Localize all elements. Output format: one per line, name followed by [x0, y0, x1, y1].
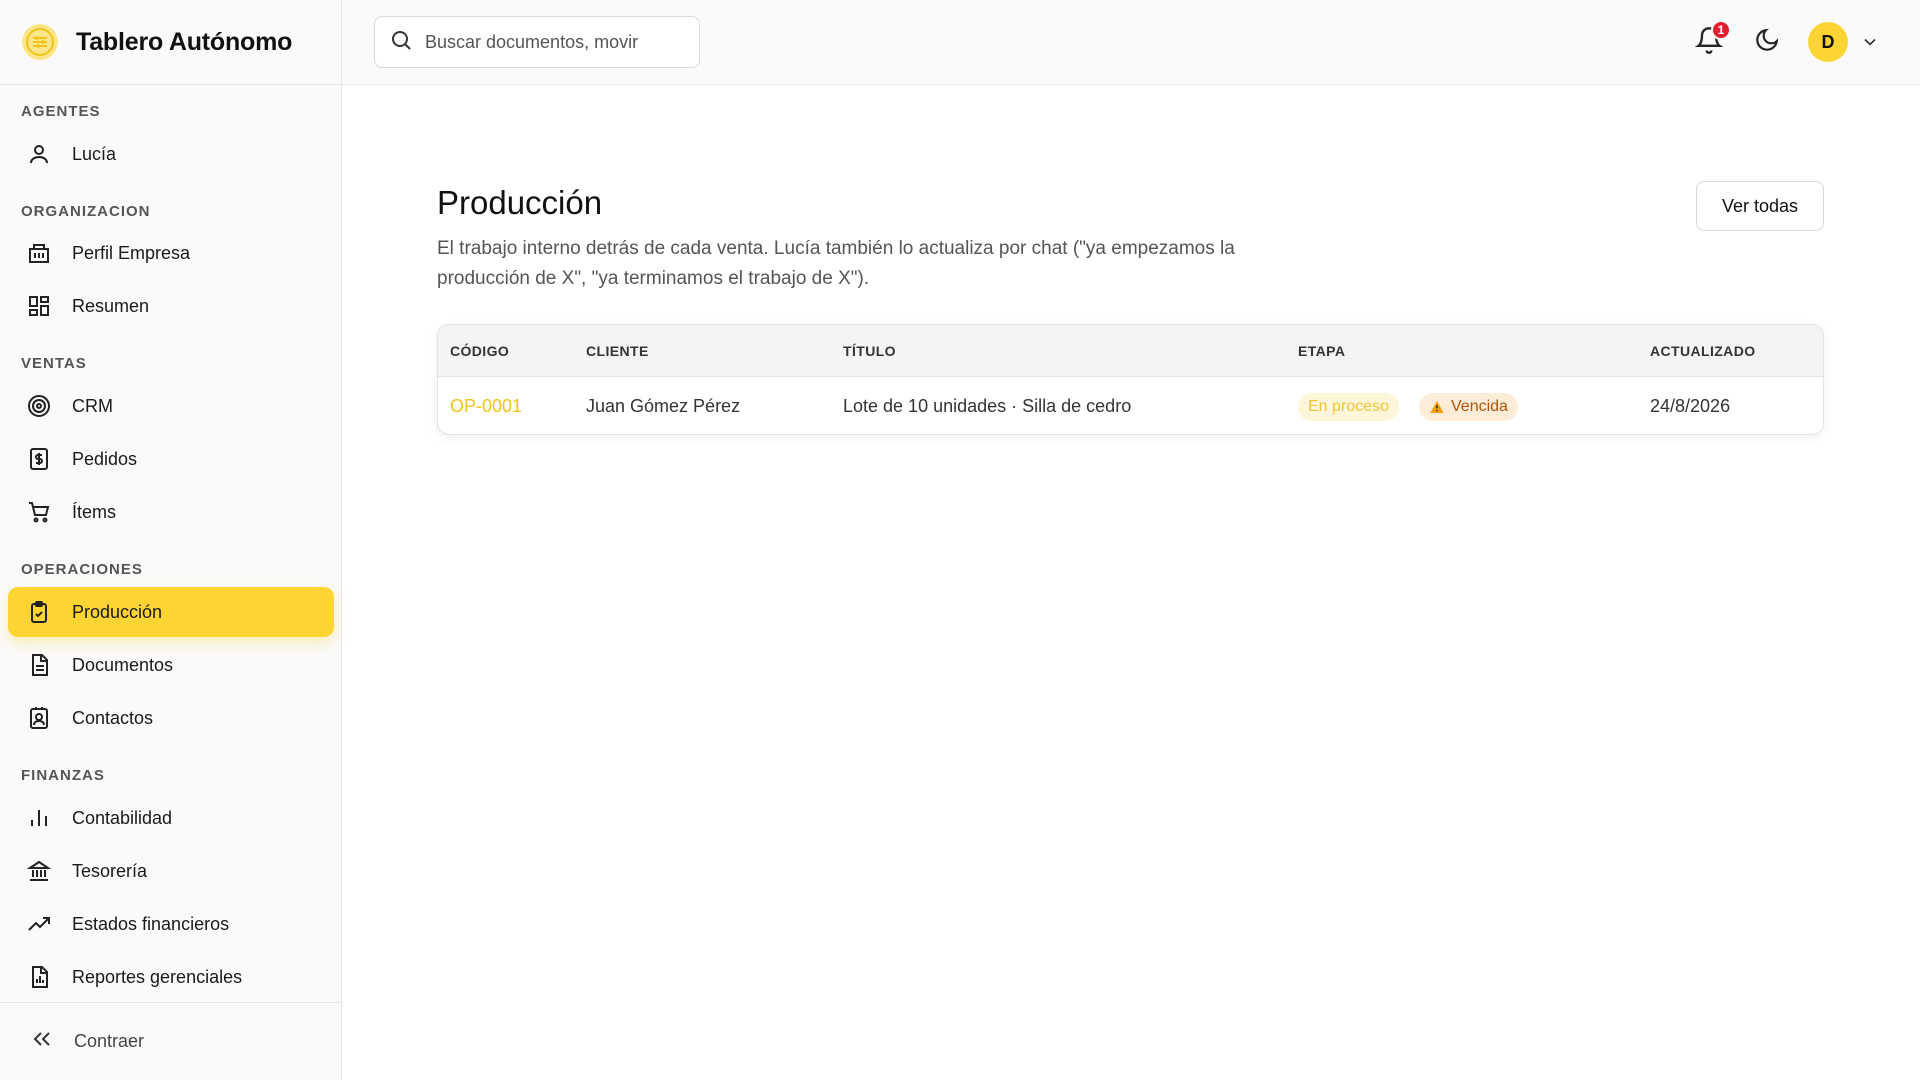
moon-icon — [1754, 27, 1780, 58]
sidebar-item-label: Tesorería — [72, 860, 148, 881]
sidebar-item-crm[interactable]: CRM — [8, 381, 334, 431]
section-label-organizacion: ORGANIZACION — [21, 203, 151, 220]
sidebar-item-label: Producción — [72, 601, 163, 622]
avatar[interactable]: D — [1808, 22, 1848, 62]
sidebar-item-label: Lucía — [72, 143, 117, 164]
view-all-button[interactable]: Ver todas — [1696, 181, 1824, 231]
sidebar-item-label: Estados financieros — [72, 913, 230, 934]
bar-chart-icon — [26, 805, 52, 831]
search-icon — [389, 28, 413, 57]
column-header-titulo: TÍTULO — [843, 343, 896, 359]
notifications-badge: 1 — [1711, 20, 1731, 40]
sidebar-item-resumen[interactable]: Resumen — [8, 281, 334, 331]
notifications-button[interactable]: 1 — [1693, 20, 1731, 58]
sidebar-item-items[interactable]: Ítems — [8, 487, 334, 537]
row-updated: 24/8/2026 — [1650, 396, 1731, 416]
brand-logo-icon — [22, 24, 58, 60]
sidebar-item-reportes-gerenciales[interactable]: Reportes gerenciales — [8, 952, 334, 1002]
sidebar-item-label: CRM — [72, 395, 113, 416]
column-header-actualizado: ACTUALIZADO — [1650, 343, 1756, 359]
sidebar: Tablero Autónomo AGENTES Lucía ORGANIZAC… — [0, 0, 342, 1080]
theme-toggle-button[interactable] — [1751, 26, 1783, 58]
sidebar-item-label: Resumen — [72, 295, 150, 316]
column-header-etapa: ETAPA — [1298, 343, 1346, 359]
user-icon — [26, 141, 52, 167]
section-label-agentes: AGENTES — [21, 103, 101, 120]
contact-book-icon — [26, 705, 52, 731]
search-box[interactable] — [374, 16, 700, 68]
dashboard-icon — [26, 293, 52, 319]
row-client: Juan Gómez Pérez — [586, 396, 741, 416]
sidebar-item-label: Pedidos — [72, 448, 138, 469]
column-header-codigo: CÓDIGO — [450, 343, 510, 359]
bank-icon — [26, 858, 52, 884]
sidebar-item-label: Ítems — [72, 501, 117, 522]
production-table: CÓDIGO CLIENTE TÍTULO ETAPA ACTUALIZADO … — [437, 324, 1824, 435]
section-label-operaciones: OPERACIONES — [21, 561, 143, 578]
topbar: 1 D — [342, 0, 1920, 85]
table-row[interactable]: OP-0001 Juan Gómez Pérez Lote de 10 unid… — [438, 377, 1823, 434]
section-label-ventas: VENTAS — [21, 355, 87, 372]
column-header-cliente: CLIENTE — [586, 343, 649, 359]
sidebar-item-label: Contabilidad — [72, 807, 173, 828]
chevron-down-icon[interactable] — [1860, 32, 1880, 52]
sidebar-item-label: Documentos — [72, 654, 174, 675]
sidebar-item-label: Contactos — [72, 707, 154, 728]
target-icon — [26, 393, 52, 419]
report-icon — [26, 964, 52, 990]
status-badge: Vencida — [1419, 393, 1518, 421]
sidebar-item-label: Reportes gerenciales — [72, 966, 243, 987]
sidebar-item-perfil-empresa[interactable]: Perfil Empresa — [8, 228, 334, 278]
sidebar-item-lucia[interactable]: Lucía — [8, 129, 334, 179]
building-icon — [26, 240, 52, 266]
warning-icon — [1429, 399, 1445, 415]
page-description: El trabajo interno detrás de cada venta.… — [437, 238, 1235, 289]
trending-up-icon — [26, 911, 52, 937]
sidebar-item-produccion[interactable]: Producción — [8, 587, 334, 637]
table-header: CÓDIGO CLIENTE TÍTULO ETAPA ACTUALIZADO — [438, 325, 1823, 377]
collapse-sidebar-button[interactable]: Contraer — [0, 1002, 341, 1080]
chevrons-left-icon — [30, 1027, 54, 1056]
page-title: Producción — [437, 184, 603, 221]
row-code-link[interactable]: OP-0001 — [450, 396, 522, 417]
sidebar-item-documentos[interactable]: Documentos — [8, 640, 334, 690]
clipboard-check-icon — [26, 599, 52, 625]
document-icon — [26, 652, 52, 678]
app-title: Tablero Autónomo — [76, 27, 293, 56]
brand: Tablero Autónomo — [0, 0, 341, 85]
sidebar-item-contabilidad[interactable]: Contabilidad — [8, 793, 334, 843]
row-title: Lote de 10 unidades · Silla de cedro — [843, 396, 1132, 416]
stage-badge: En proceso — [1298, 393, 1399, 421]
sidebar-item-pedidos[interactable]: Pedidos — [8, 434, 334, 484]
status-badge-label: Vencida — [1451, 398, 1508, 415]
collapse-label: Contraer — [74, 1031, 145, 1051]
search-input[interactable] — [425, 31, 685, 53]
cart-icon — [26, 499, 52, 525]
section-label-finanzas: FINANZAS — [21, 767, 105, 784]
invoice-dollar-icon — [26, 446, 52, 472]
sidebar-item-label: Perfil Empresa — [72, 242, 191, 263]
sidebar-item-estados-financieros[interactable]: Estados financieros — [8, 899, 334, 949]
sidebar-item-tesoreria[interactable]: Tesorería — [8, 846, 334, 896]
sidebar-item-contactos[interactable]: Contactos — [8, 693, 334, 743]
